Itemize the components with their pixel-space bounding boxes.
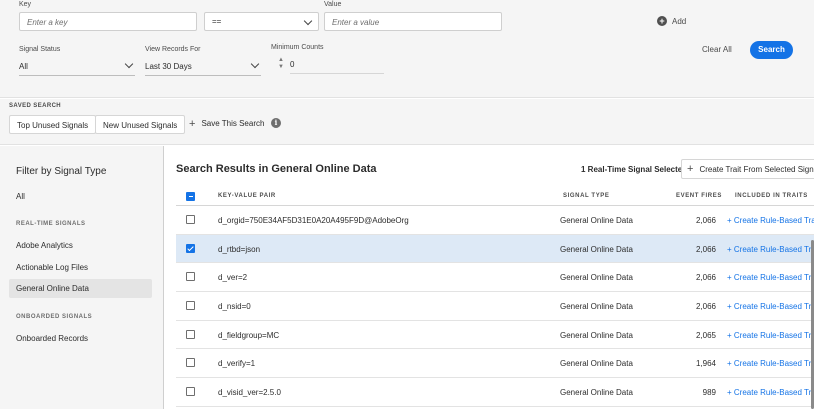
filter-title: Filter by Signal Type xyxy=(16,166,107,177)
view-records-value: Last 30 Days xyxy=(145,62,192,71)
results-title: Search Results in General Online Data xyxy=(176,163,377,175)
value-label: Value xyxy=(324,1,342,8)
min-counts-input[interactable]: 0 xyxy=(290,56,384,74)
column-key-value[interactable]: KEY-VALUE PAIR xyxy=(218,193,276,199)
key-input[interactable]: Enter a key xyxy=(19,12,197,31)
create-rule-based-trait-link[interactable]: + Create Rule-Based Trait xyxy=(727,302,814,311)
event-fires-cell: 2,066 xyxy=(695,216,716,225)
row-checkbox[interactable] xyxy=(186,215,195,224)
signal-type-cell: General Online Data xyxy=(560,330,633,340)
filter-item-general-online-data[interactable]: General Online Data xyxy=(9,279,152,298)
event-fires-cell: 2,066 xyxy=(695,302,716,312)
column-signal-type[interactable]: SIGNAL TYPE xyxy=(563,193,610,199)
view-records-dropdown[interactable]: Last 30 Days xyxy=(145,58,261,76)
key-value-cell: d_orgid=750E34AF5D31E0A20A495F9D@AdobeOr… xyxy=(218,216,409,225)
signal-status-value: All xyxy=(19,62,28,71)
saved-search-top-unused[interactable]: Top Unused Signals xyxy=(9,115,97,134)
chevron-down-icon xyxy=(250,59,260,69)
event-fires-cell: 2,065 xyxy=(695,330,716,340)
event-fires-cell: 989 xyxy=(702,388,716,398)
event-fires-cell: 2,066 xyxy=(695,273,716,283)
key-value-cell: d_ver=2 xyxy=(218,273,248,283)
signal-type-cell: General Online Data xyxy=(560,244,633,254)
min-counts-value: 0 xyxy=(290,60,295,69)
select-all-checkbox[interactable] xyxy=(186,192,195,201)
table-row[interactable]: d_rtbd=json General Online Data 2,066 + … xyxy=(176,234,814,264)
signal-type-cell: General Online Data xyxy=(560,216,633,225)
add-circle-icon: + xyxy=(657,16,667,26)
saved-search-new-unused[interactable]: New Unused Signals xyxy=(95,115,186,134)
signal-type-cell: General Online Data xyxy=(560,388,633,398)
key-value-cell: d_nsid=0 xyxy=(218,302,251,312)
search-panel: Key Enter a key == Value Enter a value +… xyxy=(0,0,814,98)
event-fires-cell: 1,964 xyxy=(695,359,716,369)
plus-icon: + xyxy=(687,163,694,175)
key-value-cell: d_visid_ver=2.5.0 xyxy=(218,388,281,398)
chevron-down-icon xyxy=(124,59,134,69)
signal-type-cell: General Online Data xyxy=(560,302,633,312)
chevron-down-icon xyxy=(303,16,313,26)
selected-count: 1 Real-Time Signal Selected xyxy=(581,165,688,174)
key-value-cell: d_verify=1 xyxy=(218,359,256,369)
create-rule-based-trait-link[interactable]: + Create Rule-Based Trait xyxy=(727,331,814,340)
table-row[interactable]: d_verify=1 General Online Data 1,964 + C… xyxy=(176,349,814,379)
table-header: KEY-VALUE PAIR SIGNAL TYPE EVENT FIRES I… xyxy=(176,186,814,206)
stepper-up-icon[interactable]: ▲ xyxy=(278,57,284,64)
min-counts-stepper[interactable]: ▲ ▼ xyxy=(278,57,284,71)
table-row[interactable]: d_orgid=750E34AF5D31E0A20A495F9D@AdobeOr… xyxy=(176,206,814,235)
column-event-fires[interactable]: EVENT FIRES xyxy=(676,193,722,199)
create-rule-based-trait-link[interactable]: + Create Rule-Based Trait xyxy=(727,273,814,282)
column-included-in-traits[interactable]: INCLUDED IN TRAITS xyxy=(735,193,808,199)
signal-status-label: Signal Status xyxy=(19,46,61,53)
realtime-signals-heading: REAL-TIME SIGNALS xyxy=(16,221,86,227)
signal-type-cell: General Online Data xyxy=(560,359,633,369)
filter-item-actionable-log-files[interactable]: Actionable Log Files xyxy=(9,258,152,277)
save-this-search-label: Save This Search xyxy=(201,119,265,128)
create-trait-label: Create Trait From Selected Signal xyxy=(699,164,814,174)
row-checkbox[interactable] xyxy=(186,243,195,253)
clear-all-button[interactable]: Clear All xyxy=(702,45,732,54)
min-counts-label: Minimum Counts xyxy=(271,44,324,51)
results-table: KEY-VALUE PAIR SIGNAL TYPE EVENT FIRES I… xyxy=(176,186,814,407)
row-checkbox[interactable] xyxy=(186,358,195,368)
signal-type-cell: General Online Data xyxy=(560,273,633,283)
key-value-cell: d_rtbd=json xyxy=(218,244,261,254)
save-this-search-button[interactable]: + Save This Search xyxy=(189,117,265,130)
create-trait-button[interactable]: + Create Trait From Selected Signal xyxy=(681,159,814,179)
table-row[interactable]: d_nsid=0 General Online Data 2,066 + Cre… xyxy=(176,292,814,321)
operator-select[interactable]: == xyxy=(204,12,319,31)
search-button[interactable]: Search xyxy=(750,41,793,59)
add-button[interactable]: + Add xyxy=(657,16,686,26)
row-checkbox[interactable] xyxy=(186,387,195,397)
create-rule-based-trait-link[interactable]: + Create Rule-Based Trait xyxy=(727,216,814,225)
operator-value: == xyxy=(212,17,222,26)
table-body: d_orgid=750E34AF5D31E0A20A495F9D@AdobeOr… xyxy=(176,206,814,407)
add-label: Add xyxy=(672,16,687,26)
event-fires-cell: 2,066 xyxy=(695,244,716,254)
row-checkbox[interactable] xyxy=(186,301,195,311)
table-row[interactable]: d_visid_ver=2.5.0 General Online Data 98… xyxy=(176,378,814,407)
saved-search-strip: SAVED SEARCH Top Unused Signals New Unus… xyxy=(0,99,814,145)
onboarded-signals-heading: ONBOARDED SIGNALS xyxy=(16,314,93,320)
plus-icon: + xyxy=(189,117,196,130)
row-checkbox[interactable] xyxy=(186,272,195,282)
create-rule-based-trait-link[interactable]: + Create Rule-Based Trait xyxy=(727,388,814,397)
create-rule-based-trait-link[interactable]: + Create Rule-Based Trait xyxy=(727,245,814,254)
filter-item-onboarded-records[interactable]: Onboarded Records xyxy=(9,329,152,348)
create-rule-based-trait-link[interactable]: + Create Rule-Based Trait xyxy=(727,359,814,368)
view-records-label: View Records For xyxy=(145,46,201,53)
saved-search-label: SAVED SEARCH xyxy=(9,103,62,109)
filter-item-all[interactable]: All xyxy=(9,187,152,206)
row-checkbox[interactable] xyxy=(186,329,195,339)
filter-item-adobe-analytics[interactable]: Adobe Analytics xyxy=(9,236,152,255)
filter-panel: Filter by Signal Type All REAL-TIME SIGN… xyxy=(0,146,164,409)
info-icon[interactable]: i xyxy=(271,118,281,128)
stepper-down-icon[interactable]: ▼ xyxy=(278,64,284,71)
key-value-cell: d_fieldgroup=MC xyxy=(218,330,280,340)
table-row[interactable]: d_fieldgroup=MC General Online Data 2,06… xyxy=(176,321,814,350)
key-label: Key xyxy=(19,1,32,8)
value-input[interactable]: Enter a value xyxy=(324,12,502,31)
signal-status-dropdown[interactable]: All xyxy=(19,58,135,76)
table-row[interactable]: d_ver=2 General Online Data 2,066 + Crea… xyxy=(176,263,814,293)
